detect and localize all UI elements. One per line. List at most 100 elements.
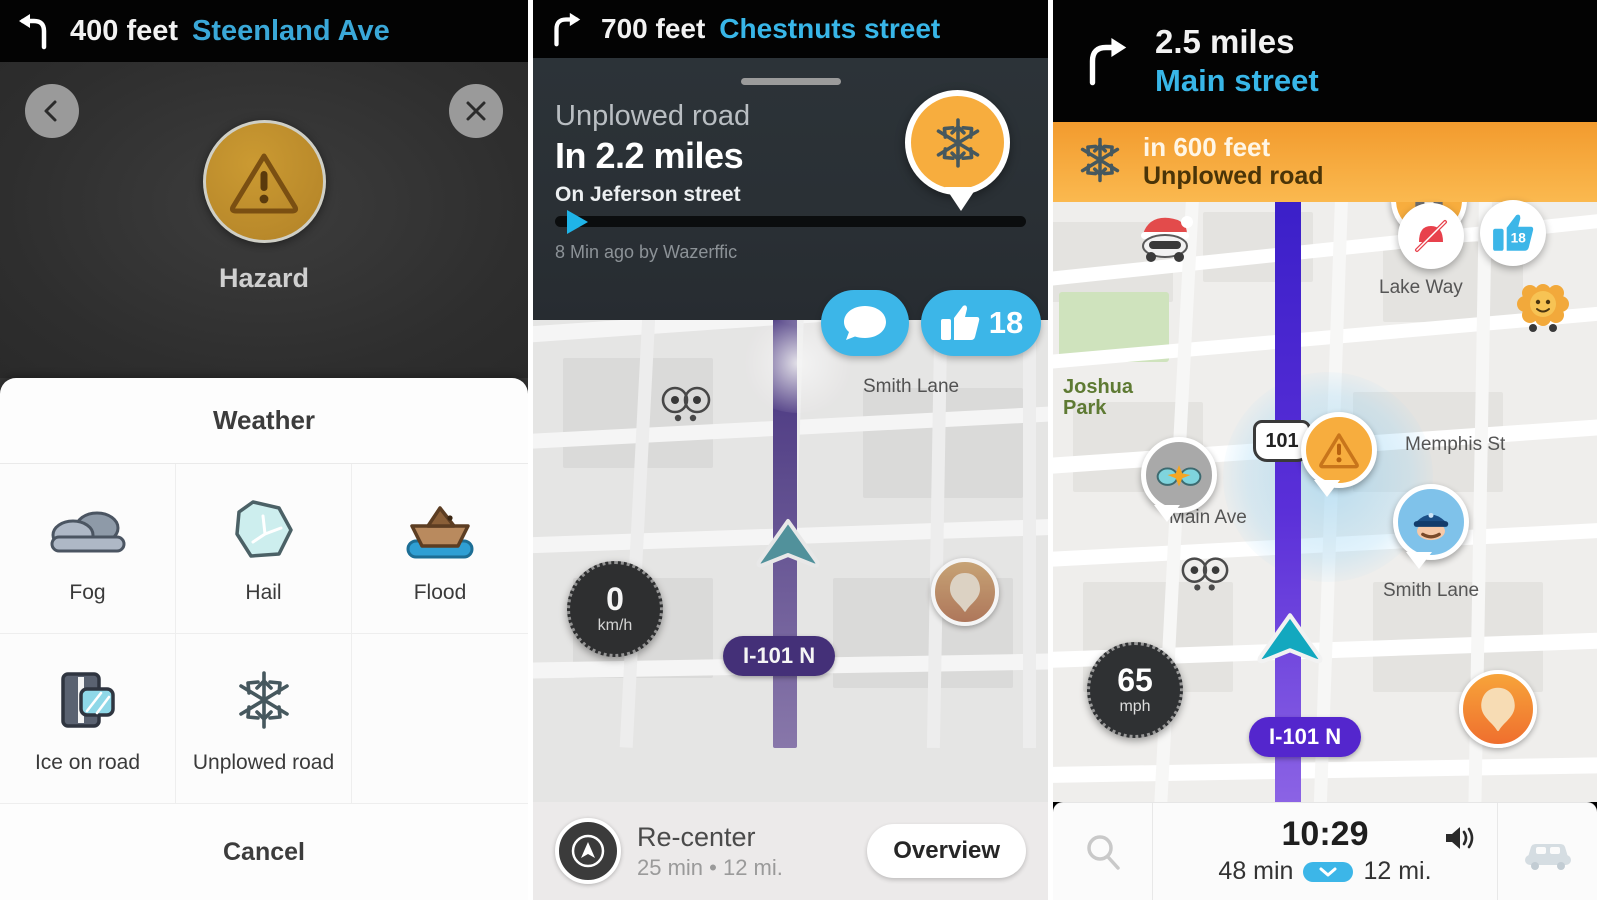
weather-option-hail[interactable]: Hail: [176, 464, 352, 634]
speed-unit: km/h: [597, 617, 633, 634]
nav-distance: 700 feet: [601, 13, 706, 44]
panel1-body: Hazard Weather Fog Hail Flood Ice on roa…: [0, 62, 528, 900]
hail-ice-icon: [233, 493, 295, 567]
recenter-button[interactable]: [555, 818, 621, 884]
panel-navigation-alert: 2.5 miles Main street in 600 feet Unplow…: [1053, 0, 1597, 900]
sheet-title: Weather: [0, 378, 528, 464]
panel-alert-report: 700 feet Chestnuts street Smith Lane 0 k…: [533, 0, 1048, 900]
route-shield-number: 101: [1265, 429, 1299, 452]
cancel-button[interactable]: Cancel: [0, 804, 528, 900]
car-icon: [1524, 843, 1571, 870]
recenter-label: Re-center: [637, 821, 756, 852]
banner-title: Unplowed road: [1143, 161, 1324, 190]
compass-icon: [571, 834, 605, 868]
hazard-triangle-icon: [1319, 433, 1359, 469]
flood-ark-icon: [404, 493, 476, 567]
weather-option-flood[interactable]: Flood: [352, 464, 528, 634]
map-mood-glasses-wazer[interactable]: [659, 384, 713, 429]
alert-meta: 8 Min ago by Wazerffic: [555, 242, 738, 262]
hazard-category[interactable]: Hazard: [0, 120, 528, 294]
speaker-button[interactable]: [1443, 823, 1479, 858]
weather-option-ice-on-road[interactable]: Ice on road: [0, 634, 176, 804]
mood-button-3[interactable]: [1459, 670, 1537, 748]
snowflake-icon: [1075, 135, 1125, 190]
weather-option-label: Unplowed road: [192, 750, 335, 774]
alert-card: Unplowed road In 2.2 miles On Jeferson s…: [533, 58, 1048, 320]
nav-distance: 400 feet: [70, 14, 179, 47]
map-label-lake-way-3: Lake Way: [1379, 277, 1463, 298]
not-there-button[interactable]: [1398, 203, 1464, 269]
comment-bubble-icon: [844, 306, 886, 340]
nav-street: Chestnuts street: [719, 13, 941, 44]
glasses-wazer-icon: [661, 386, 711, 422]
fog-cloud-icon: [47, 493, 129, 567]
map-mood-glasses-wazer-3[interactable]: [1179, 554, 1231, 599]
mood-button-2[interactable]: [931, 558, 999, 626]
thumbs-up-button-2[interactable]: 18: [921, 290, 1041, 356]
trip-duration: 48 min: [1218, 857, 1294, 885]
hazard-label: Hazard: [218, 263, 310, 293]
thumbs-up-count: 18: [988, 305, 1024, 340]
map-label-memphis-3: Memphis St: [1405, 434, 1506, 455]
hazard-circle: [202, 120, 326, 243]
mood-avatar-icon: [950, 573, 980, 612]
svg-text:18: 18: [1511, 230, 1527, 245]
highway-badge-3: I-101 N: [1249, 717, 1362, 757]
weather-option-fog[interactable]: Fog: [0, 464, 176, 634]
bottom-bar-2: Re-center 25 min • 12 mi. Overview: [533, 802, 1048, 900]
search-button[interactable]: [1053, 803, 1153, 900]
speed-value: 65: [1117, 662, 1153, 698]
recenter-text: Re-center 25 min • 12 mi.: [637, 822, 851, 881]
map-label-park-line1: Joshua: [1063, 376, 1134, 398]
chevron-down-icon[interactable]: [1303, 861, 1354, 882]
weather-options-grid: Fog Hail Flood Ice on road Unplowed road: [0, 464, 528, 804]
ice-on-road-icon: [55, 663, 121, 737]
panel-report-weather: 400 feet Steenland Ave Hazard Weather Fo…: [0, 0, 528, 900]
banner-distance: in 600 feet: [1143, 132, 1271, 163]
overview-button[interactable]: Overview: [867, 824, 1026, 878]
eta-panel[interactable]: 10:29 48 min 12 mi.: [1153, 803, 1497, 900]
car-button[interactable]: [1497, 803, 1597, 900]
nav-header-1: 400 feet Steenland Ave: [0, 0, 528, 62]
mood-avatar-icon: [1481, 687, 1515, 732]
santa-wazer-icon: [1141, 216, 1193, 262]
map-pin-crash[interactable]: [1141, 437, 1217, 522]
weather-option-label: Hail: [245, 580, 282, 604]
nav-street: Steenland Ave: [192, 14, 390, 47]
bottom-bar-3: 10:29 48 min 12 mi.: [1053, 802, 1597, 900]
speed-value: 0: [606, 581, 624, 617]
map-label-smith-lane-3: Smith Lane: [1383, 580, 1480, 601]
map-label-park-3: Joshua Park: [1063, 377, 1133, 419]
weather-option-empty: [352, 634, 528, 804]
thumbs-up-icon: [940, 305, 979, 340]
comment-button-2[interactable]: [821, 290, 909, 356]
map-label-smith-lane: Smith Lane: [863, 376, 960, 397]
alert-report-pin: [905, 90, 1010, 211]
weather-option-label: Flood: [413, 580, 467, 604]
unplowed-road-banner[interactable]: in 600 feet Unplowed road: [1053, 122, 1597, 202]
nav-street: Main street: [1155, 63, 1319, 98]
vehicle-chevron-2: [755, 518, 821, 575]
speedometer-2: 0 km/h: [567, 561, 663, 657]
progress-pointer-icon: [567, 210, 588, 234]
hazard-detail-area: Hazard: [0, 62, 528, 378]
map-pin-police[interactable]: [1393, 484, 1469, 569]
drag-handle[interactable]: [740, 78, 841, 85]
turn-left-arrow-icon: [14, 11, 54, 51]
highway-badge-2: I-101 N: [723, 636, 836, 676]
weather-option-unplowed-road[interactable]: Unplowed road: [176, 634, 352, 804]
map-label-park-line2: Park: [1063, 397, 1107, 419]
hazard-triangle-icon: [229, 153, 299, 213]
vehicle-chevron-3: [1256, 612, 1324, 671]
map-pin-hazard-3[interactable]: [1301, 412, 1377, 497]
map-mood-santa-wazer[interactable]: [1135, 214, 1197, 267]
weather-option-label: Ice on road: [34, 750, 141, 774]
trip-distance: 12 mi.: [1363, 857, 1432, 885]
weather-option-label: Fog: [69, 580, 106, 604]
turn-right-arrow-icon: [547, 10, 585, 48]
turn-right-arrow-icon: [1079, 34, 1133, 88]
map-canvas-3[interactable]: 101 Joshua Park Lake Way Memphis St Main …: [1053, 202, 1597, 802]
speed-unit: mph: [1119, 698, 1151, 715]
map-mood-sunflower-wazer[interactable]: [1515, 282, 1571, 339]
thumbs-up-button-3[interactable]: 18: [1480, 200, 1546, 266]
